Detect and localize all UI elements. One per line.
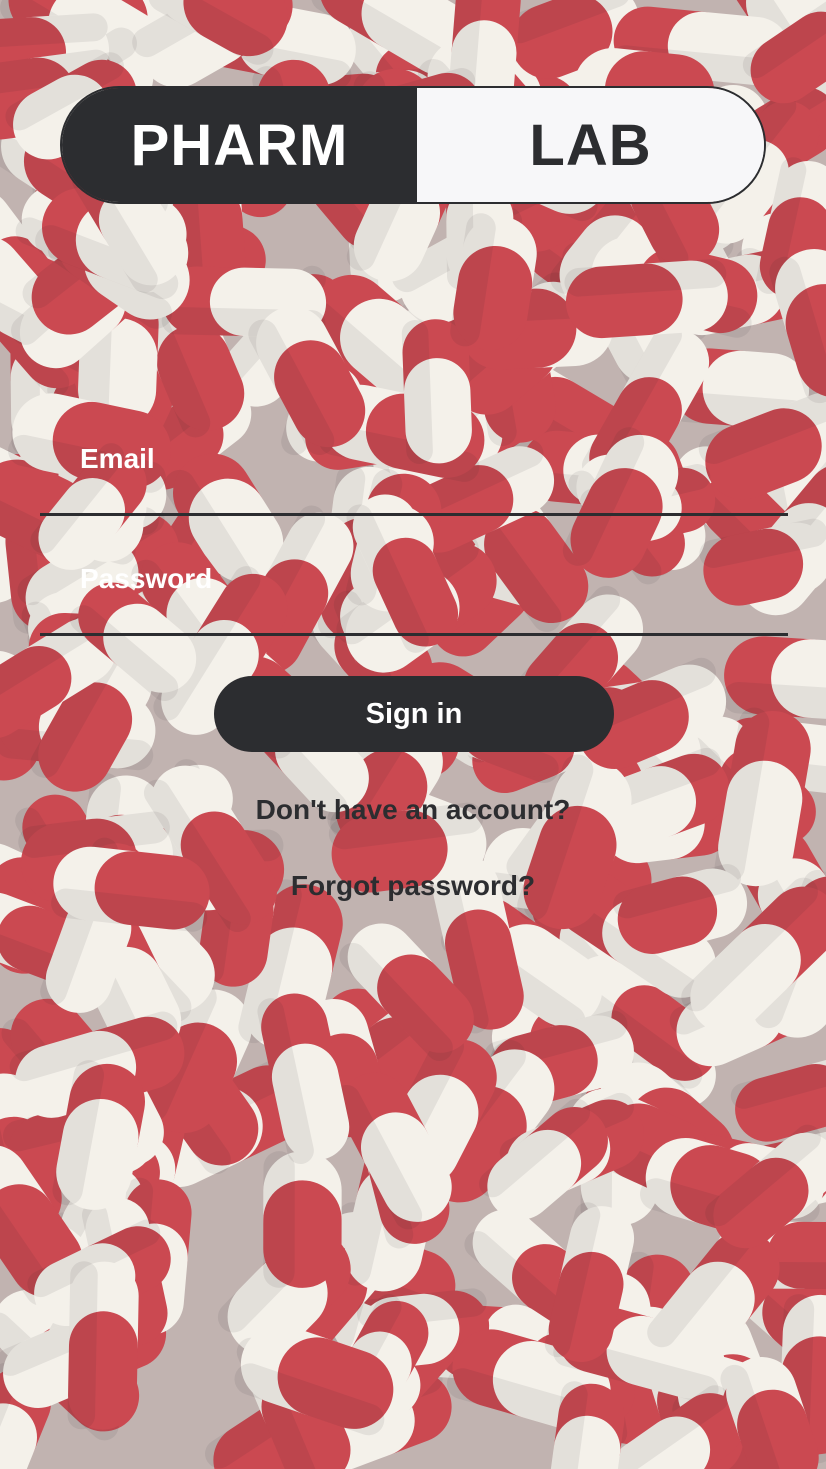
email-field[interactable] — [80, 439, 740, 479]
login-screen: PHARM LAB Sign in Don't have an account?… — [0, 0, 826, 1469]
app-logo: PHARM LAB — [60, 86, 766, 204]
password-field[interactable] — [80, 559, 740, 599]
email-field-container — [40, 436, 788, 516]
signup-link[interactable]: Don't have an account? — [0, 794, 826, 826]
logo-left-text: PHARM — [62, 88, 417, 202]
logo-right-text: LAB — [417, 88, 764, 202]
password-field-container — [40, 556, 788, 636]
sign-in-button[interactable]: Sign in — [214, 676, 614, 752]
forgot-password-link[interactable]: Forgot password? — [0, 870, 826, 902]
